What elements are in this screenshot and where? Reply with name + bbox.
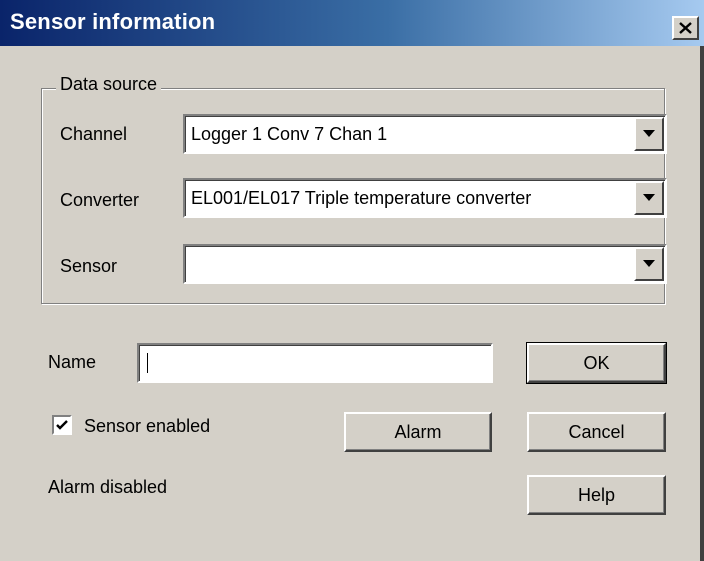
converter-dropdown-button[interactable] xyxy=(634,181,664,215)
window-border xyxy=(700,46,704,561)
cancel-label: Cancel xyxy=(568,422,625,442)
sensor-label: Sensor xyxy=(60,256,118,276)
sensor-dropdown-button[interactable] xyxy=(634,247,664,281)
sensor-dropdown[interactable] xyxy=(183,244,667,284)
channel-label: Channel xyxy=(60,124,128,144)
close-button[interactable] xyxy=(672,16,699,40)
help-button[interactable]: Help xyxy=(527,475,666,515)
cancel-button[interactable]: Cancel xyxy=(527,412,666,452)
ok-label: OK xyxy=(583,353,610,373)
channel-dropdown[interactable]: Logger 1 Conv 7 Chan 1 xyxy=(183,114,667,154)
name-label: Name xyxy=(48,352,97,372)
text-caret xyxy=(147,353,148,373)
checkmark-icon xyxy=(56,420,68,430)
ok-button[interactable]: OK xyxy=(526,342,667,384)
title-bar[interactable]: Sensor information xyxy=(0,0,704,46)
name-input[interactable] xyxy=(137,343,493,383)
alarm-status-text: Alarm disabled xyxy=(48,477,168,497)
channel-dropdown-button[interactable] xyxy=(634,117,664,151)
converter-label: Converter xyxy=(60,190,140,210)
data-source-legend: Data source xyxy=(56,74,162,95)
converter-value: EL001/EL017 Triple temperature converter xyxy=(191,188,532,208)
chevron-down-icon xyxy=(643,260,655,267)
sensor-information-dialog: Sensor information Data source Channel L… xyxy=(0,0,704,561)
channel-value: Logger 1 Conv 7 Chan 1 xyxy=(191,124,388,144)
alarm-label: Alarm xyxy=(394,422,442,442)
close-icon xyxy=(679,22,692,34)
chevron-down-icon xyxy=(643,130,655,137)
chevron-down-icon xyxy=(643,194,655,201)
window-title: Sensor information xyxy=(10,9,216,34)
sensor-enabled-label[interactable]: Sensor enabled xyxy=(84,416,210,437)
converter-dropdown[interactable]: EL001/EL017 Triple temperature converter xyxy=(183,178,667,218)
alarm-button[interactable]: Alarm xyxy=(344,412,492,452)
sensor-enabled-checkbox[interactable] xyxy=(52,415,72,435)
help-label: Help xyxy=(577,485,616,505)
